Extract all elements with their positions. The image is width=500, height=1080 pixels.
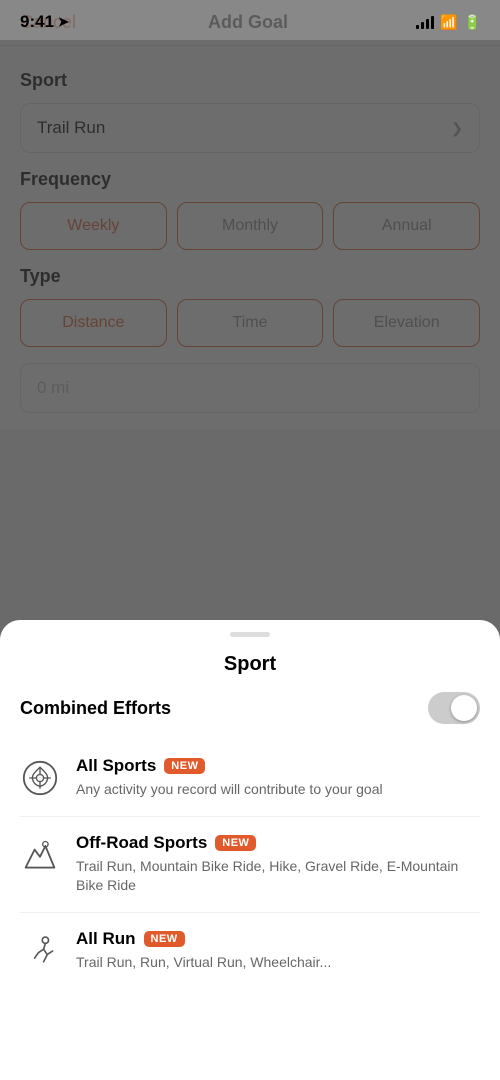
toggle-knob [451,695,477,721]
status-icons: 📶 🔋 [416,14,480,31]
off-road-badge: NEW [215,835,256,851]
sport-option-off-road[interactable]: Off-Road Sports NEW Trail Run, Mountain … [20,817,480,913]
status-bar: 9:41 ➤ 📶 🔋 [0,0,500,40]
all-run-icon [20,931,60,971]
all-sports-desc: Any activity you record will contribute … [76,780,480,800]
wifi-icon: 📶 [440,14,457,31]
all-sports-name-row: All Sports NEW [76,756,480,776]
sheet-handle-area[interactable] [0,620,500,645]
combined-efforts-label: Combined Efforts [20,698,171,719]
off-road-name: Off-Road Sports [76,833,207,853]
dimmed-overlay [0,0,500,640]
all-run-badge: NEW [144,931,185,947]
off-road-name-row: Off-Road Sports NEW [76,833,480,853]
signal-icon [416,15,434,29]
sport-option-all-sports[interactable]: All Sports NEW Any activity you record w… [20,740,480,817]
all-sports-badge: NEW [164,758,205,774]
off-road-info: Off-Road Sports NEW Trail Run, Mountain … [76,833,480,896]
off-road-icon [20,835,60,875]
sheet-handle [230,632,270,637]
sheet-title: Sport [0,645,500,692]
status-time: 9:41 ➤ [20,12,69,32]
all-run-info: All Run NEW Trail Run, Run, Virtual Run,… [76,929,480,973]
all-sports-info: All Sports NEW Any activity you record w… [76,756,480,800]
sheet-fade [0,1020,500,1080]
time-display: 9:41 [20,12,54,32]
navigation-arrow-icon: ➤ [58,14,69,30]
battery-icon: 🔋 [464,14,480,31]
off-road-desc: Trail Run, Mountain Bike Ride, Hike, Gra… [76,857,480,896]
sport-options-list: All Sports NEW Any activity you record w… [0,740,500,988]
all-run-desc: Trail Run, Run, Virtual Run, Wheelchair.… [76,953,480,973]
all-run-name: All Run [76,929,136,949]
all-sports-name: All Sports [76,756,156,776]
combined-efforts-row: Combined Efforts [0,692,500,740]
all-run-name-row: All Run NEW [76,929,480,949]
sport-option-all-run[interactable]: All Run NEW Trail Run, Run, Virtual Run,… [20,913,480,989]
combined-efforts-toggle[interactable] [428,692,480,724]
bottom-sheet: Sport Combined Efforts All Sports NEW [0,620,500,1080]
all-sports-icon [20,758,60,798]
